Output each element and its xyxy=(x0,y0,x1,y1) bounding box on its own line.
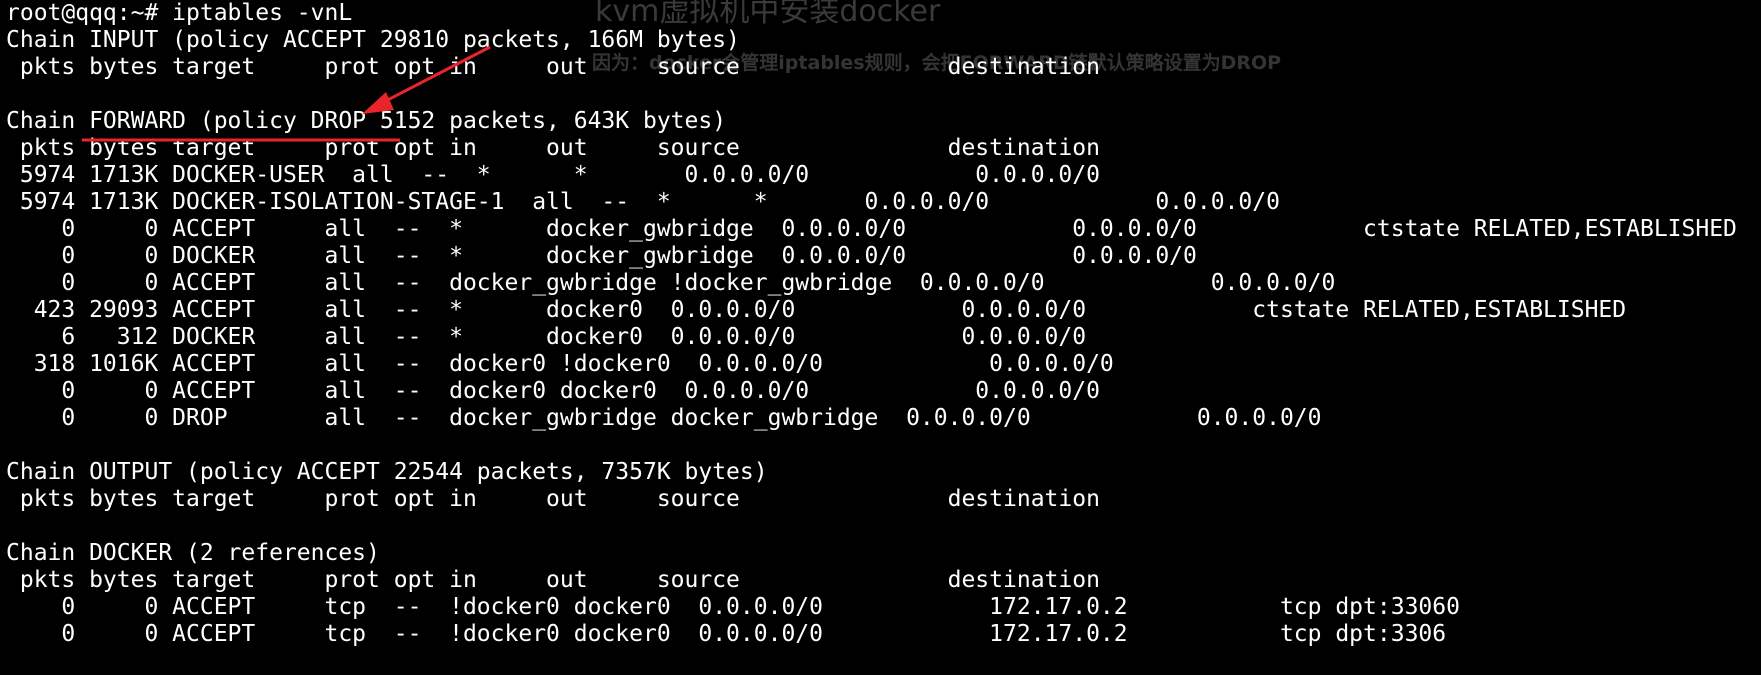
chain-docker-header: Chain DOCKER (2 references) xyxy=(6,540,380,566)
terminal-output[interactable]: root@qqq:~# iptables -vnL Chain INPUT (po… xyxy=(6,0,1737,648)
command-prompt-line: root@qqq:~# iptables -vnL xyxy=(6,0,353,26)
column-header: pkts bytes target prot opt in out source… xyxy=(6,486,1100,512)
chain-output-header: Chain OUTPUT (policy ACCEPT 22544 packet… xyxy=(6,459,768,485)
rule-row: 0 0 ACCEPT tcp -- !docker0 docker0 0.0.0… xyxy=(6,594,1460,620)
terminal-window[interactable]: kvm虚拟机中安装docker 因为：docker会管理iptables规则，会… xyxy=(0,0,1761,675)
rule-row: 0 0 ACCEPT all -- * docker_gwbridge 0.0.… xyxy=(6,216,1737,242)
rule-row: 0 0 DROP all -- docker_gwbridge docker_g… xyxy=(6,405,1322,431)
rule-row: 5974 1713K DOCKER-ISOLATION-STAGE-1 all … xyxy=(6,189,1280,215)
rule-row: 0 0 ACCEPT all -- docker0 docker0 0.0.0.… xyxy=(6,378,1100,404)
rule-row: 318 1016K ACCEPT all -- docker0 !docker0… xyxy=(6,351,1114,377)
rule-row: 0 0 ACCEPT all -- docker_gwbridge !docke… xyxy=(6,270,1336,296)
column-header: pkts bytes target prot opt in out source… xyxy=(6,135,1100,161)
chain-input-header: Chain INPUT (policy ACCEPT 29810 packets… xyxy=(6,27,740,53)
rule-row: 423 29093 ACCEPT all -- * docker0 0.0.0.… xyxy=(6,297,1627,323)
rule-row: 0 0 ACCEPT tcp -- !docker0 docker0 0.0.0… xyxy=(6,621,1447,647)
column-header: pkts bytes target prot opt in out source… xyxy=(6,54,1100,80)
chain-forward-header: Chain FORWARD (policy DROP 5152 packets,… xyxy=(6,108,727,134)
column-header: pkts bytes target prot opt in out source… xyxy=(6,567,1100,593)
rule-row: 0 0 DOCKER all -- * docker_gwbridge 0.0.… xyxy=(6,243,1197,269)
rule-row: 6 312 DOCKER all -- * docker0 0.0.0.0/0 … xyxy=(6,324,1087,350)
rule-row: 5974 1713K DOCKER-USER all -- * * 0.0.0.… xyxy=(6,162,1100,188)
